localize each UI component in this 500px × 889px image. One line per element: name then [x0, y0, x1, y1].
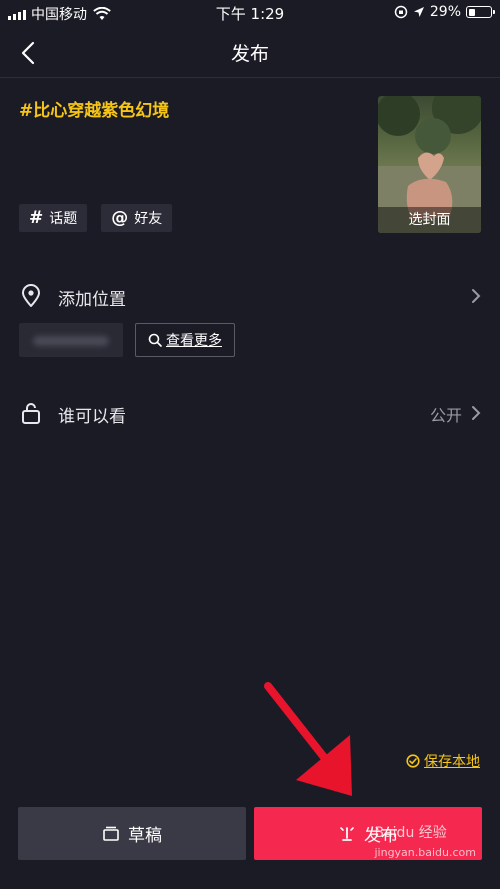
cover-thumbnail[interactable]: 选封面 [378, 96, 481, 233]
location-pin-icon [22, 284, 40, 307]
status-right: 29% [394, 4, 495, 20]
status-bar: 中国移动 下午 1:29 29% [0, 0, 500, 26]
draft-button[interactable]: 草稿 [18, 807, 246, 860]
chevron-right-icon [472, 406, 481, 420]
privacy-label: 谁可以看 [58, 407, 126, 427]
topic-chip-label: 话题 [49, 211, 78, 227]
privacy-value: 公开 [429, 406, 462, 425]
chevron-right-icon [472, 289, 481, 303]
friend-chip-label: 好友 [134, 211, 163, 227]
location-arrow-icon [413, 7, 424, 17]
privacy-row[interactable]: 谁可以看 公开 [0, 393, 500, 433]
draft-icon [103, 826, 119, 841]
tag-chips: # 话题 @ 好友 [19, 204, 173, 232]
publish-icon [340, 826, 354, 841]
see-more-button[interactable]: 查看更多 [135, 323, 235, 357]
battery-icon [466, 6, 495, 18]
location-suggestions: 查看更多 [19, 323, 235, 357]
lock-icon [22, 403, 40, 424]
friend-chip[interactable]: @ 好友 [101, 204, 173, 232]
add-location-label: 添加位置 [58, 290, 126, 310]
post-description[interactable]: #比心穿越紫色幻境 [19, 96, 169, 121]
battery-percent: 29% [429, 4, 461, 20]
at-icon: @ [111, 208, 129, 228]
page-title: 发布 [230, 43, 269, 65]
search-icon [148, 333, 162, 347]
draft-label: 草稿 [128, 826, 162, 846]
watermark-brand: Baidu 经验 [374, 825, 447, 841]
save-local-label: 保存本地 [424, 754, 480, 770]
check-circle-icon [406, 754, 420, 768]
topic-chip[interactable]: # 话题 [19, 204, 88, 232]
see-more-label: 查看更多 [166, 333, 222, 349]
nav-bar: 发布 [0, 26, 500, 78]
add-location-row[interactable]: 添加位置 [0, 276, 500, 316]
watermark-url: jingyan.baidu.com [374, 846, 476, 859]
watermark: Baidu 经验 jingyan.baidu.com [374, 822, 476, 859]
hashtag-icon: # [29, 208, 44, 228]
select-cover-label: 选封面 [378, 207, 481, 233]
location-suggestion-chip[interactable] [19, 323, 123, 357]
save-local-toggle[interactable]: 保存本地 [406, 751, 480, 771]
orientation-lock-icon [394, 5, 408, 19]
